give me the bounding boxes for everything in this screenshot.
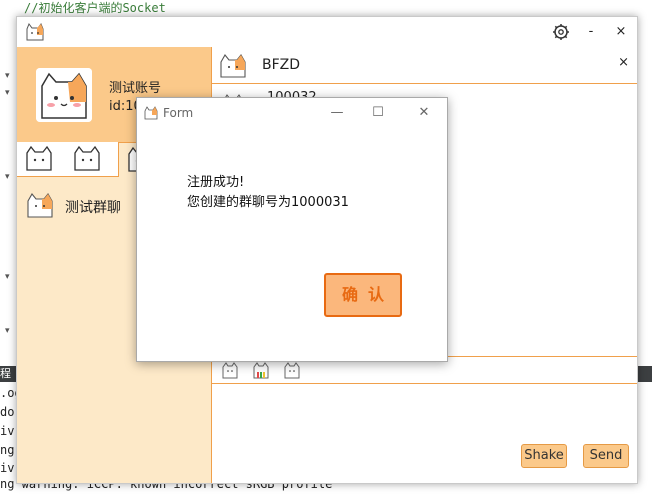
editor-gutter: ▾ ▾ ▾ ▾ ▾ — [0, 16, 16, 366]
account-name: 测试账号 — [109, 81, 162, 96]
group-avatar-icon — [27, 193, 53, 218]
send-button[interactable]: Send — [583, 444, 629, 468]
fold-marker-icon[interactable]: ▾ — [5, 327, 11, 336]
minimize-button[interactable]: - — [579, 21, 603, 43]
avatar[interactable] — [36, 68, 92, 122]
dialog-title: Form — [163, 106, 194, 120]
success-message: 注册成功! — [187, 175, 245, 190]
dialog-minimize-button[interactable]: — — [325, 103, 349, 123]
form-dialog: Form — ☐ ✕ 注册成功! 您创建的群聊号为1000031 确认 — [136, 97, 448, 362]
fold-marker-icon[interactable]: ▾ — [5, 273, 11, 282]
group-name: 测试群聊 — [65, 200, 121, 216]
shake-button[interactable]: Shake — [521, 444, 567, 468]
chat-avatar-icon — [220, 54, 246, 78]
dialog-close-button[interactable]: ✕ — [412, 103, 436, 123]
tab-cat-icon[interactable] — [17, 142, 61, 176]
chat-header: BFZD × — [212, 47, 637, 84]
console-tab-label[interactable]: 程序 — [0, 366, 16, 382]
fold-marker-icon[interactable]: ▾ — [5, 72, 11, 81]
confirm-button[interactable]: 确认 — [324, 273, 402, 317]
dialog-maximize-button[interactable]: ☐ — [366, 103, 390, 123]
fold-marker-icon[interactable]: ▾ — [5, 173, 11, 182]
console-line: do — [0, 405, 15, 419]
console-line: ng — [0, 443, 15, 457]
cat-logo-icon — [144, 106, 158, 120]
group-id-message: 您创建的群聊号为1000031 — [187, 195, 349, 210]
console-header-strip — [637, 366, 652, 382]
emoji-icon[interactable] — [220, 360, 240, 380]
close-button[interactable]: × — [609, 21, 633, 43]
gear-icon[interactable] — [549, 21, 573, 43]
window-titlebar[interactable]: - × — [17, 17, 637, 47]
console-line: iv — [0, 424, 15, 438]
code-comment: //初始化客户端的Socket — [24, 1, 166, 15]
image-icon[interactable] — [251, 360, 271, 380]
tab-cat-icon[interactable] — [65, 142, 109, 176]
fold-marker-icon[interactable]: ▾ — [5, 89, 11, 98]
cat-logo-icon — [26, 23, 44, 41]
chat-title: BFZD — [262, 57, 301, 73]
dialog-titlebar[interactable]: Form — ☐ ✕ — [137, 98, 447, 128]
file-icon[interactable] — [282, 360, 302, 380]
chat-close-button[interactable]: × — [618, 55, 629, 70]
console-line: iv — [0, 461, 15, 475]
